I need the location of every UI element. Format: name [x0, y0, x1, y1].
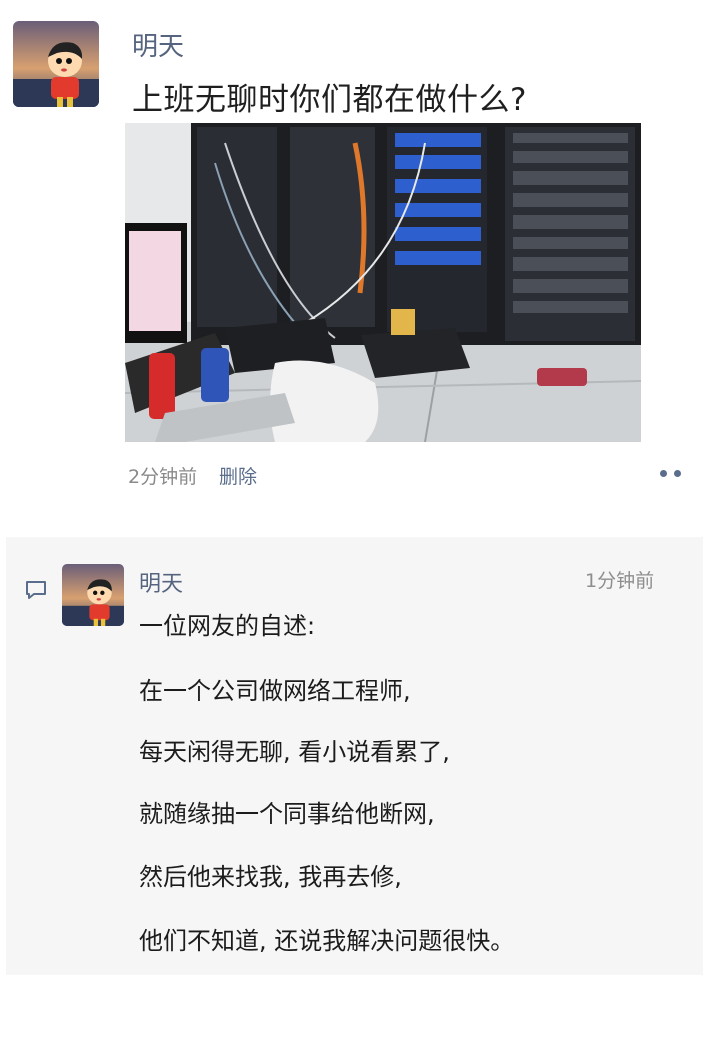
post-author-avatar[interactable]: [13, 21, 99, 107]
comment-author-avatar[interactable]: [62, 564, 124, 626]
delete-post-link[interactable]: 删除: [219, 462, 257, 489]
more-options-button[interactable]: [656, 462, 686, 482]
comment-bubble-icon: [26, 581, 46, 599]
more-dots-icon: [660, 470, 667, 477]
post-timestamp: 2分钟前: [128, 466, 198, 488]
cartoon-boy-avatar-image: [62, 564, 124, 626]
comment-line: 每天闲得无聊, 看小说看累了,: [139, 738, 450, 766]
post-author-name[interactable]: 明天: [132, 26, 184, 63]
comment-line: 他们不知道, 还说我解决问题很快。: [139, 927, 515, 955]
server-room-photo-image: [125, 123, 641, 442]
comment-author-name[interactable]: 明天: [139, 566, 183, 598]
comment-line: 一位网友的自述:: [139, 612, 316, 640]
comment-timestamp: 1分钟前: [585, 570, 655, 592]
post-photo[interactable]: [125, 123, 641, 442]
more-dots-icon: [674, 470, 681, 477]
post-text: 上班无聊时你们都在做什么?: [132, 82, 527, 118]
comment-line: 在一个公司做网络工程师,: [139, 677, 411, 705]
comment-line: 然后他来找我, 我再去修,: [139, 863, 402, 891]
comment-line: 就随缘抽一个同事给他断网,: [139, 800, 435, 828]
cartoon-boy-avatar-image: [13, 21, 99, 107]
